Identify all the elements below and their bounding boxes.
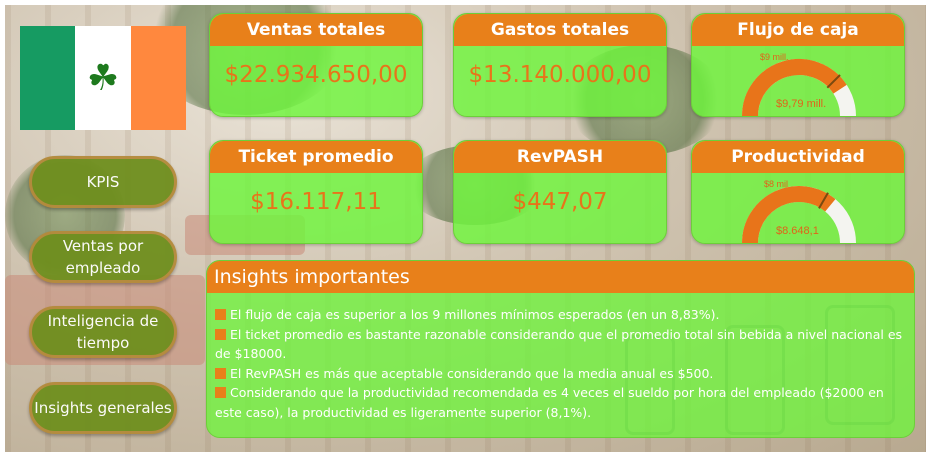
bullet-square-icon [215, 367, 226, 379]
insight-item: El RevPASH es más que aceptable consider… [215, 364, 906, 384]
insight-item: Considerando que la productividad recome… [215, 385, 884, 420]
nav-kpis-button[interactable]: KPIS [29, 156, 177, 208]
kpi-card-ticket-promedio: Ticket promedio $16.117,11 [209, 140, 423, 244]
shamrock-icon: ☘ [86, 57, 120, 99]
kpi-title: Productividad [692, 141, 904, 173]
nav-insights-generales-button[interactable]: Insights generales [29, 382, 177, 434]
kpi-card-revpash: RevPASH $447,07 [453, 140, 667, 244]
kpi-value: $22.934.650,00 [224, 62, 408, 88]
kpi-title: Ticket promedio [210, 141, 422, 173]
nav-inteligencia-de-tiempo-button[interactable]: Inteligencia de tiempo [29, 306, 177, 358]
kpi-value: $16.117,11 [250, 189, 382, 215]
nav-kpis-label: KPIS [86, 173, 120, 191]
bullet-square-icon [215, 309, 226, 320]
gauge-value-label: $8.648,1 [776, 225, 819, 237]
kpi-value: $13.140.000,00 [468, 62, 652, 88]
gauge-value-label: $9,79 mill. [776, 98, 827, 110]
kpi-card-productividad: Productividad $8 mil $8.648,1 [691, 140, 905, 244]
ireland-flag-logo: ☘ [20, 26, 186, 130]
kpi-title: Flujo de caja [692, 14, 904, 46]
gauge-target-label: $9 mill. [760, 52, 789, 62]
bullet-square-icon [215, 387, 226, 398]
productividad-gauge: $8 mil $8.648,1 [692, 173, 904, 243]
kpi-title: Gastos totales [454, 14, 666, 46]
kpi-card-flujo-de-caja: Flujo de caja $9 mill. $9,79 mill. [691, 13, 905, 117]
nav-insights-generales-label: Insights generales [34, 399, 172, 417]
flujo-gauge: $9 mill. $9,79 mill. [692, 46, 904, 116]
kpi-title: Ventas totales [210, 14, 422, 46]
gauge-target-label: $8 mil [764, 179, 789, 189]
nav-inteligencia-de-tiempo-label: Inteligencia de tiempo [47, 312, 159, 352]
insights-title: Insights importantes [207, 261, 914, 293]
kpi-card-gastos-totales: Gastos totales $13.140.000,00 [453, 13, 667, 117]
insights-list: El flujo de caja es superior a los 9 mil… [207, 293, 914, 422]
kpi-title: RevPASH [454, 141, 666, 173]
bullet-square-icon [215, 328, 226, 340]
insight-item: El flujo de caja es superior a los 9 mil… [215, 305, 906, 325]
nav-ventas-por-empleado-label: Ventas por empleado [62, 237, 144, 277]
nav-ventas-por-empleado-button[interactable]: Ventas por empleado [29, 231, 177, 283]
kpi-card-ventas-totales: Ventas totales $22.934.650,00 [209, 13, 423, 117]
insights-panel: Insights importantes El flujo de caja es… [206, 260, 915, 438]
insight-item: El ticket promedio es bastante razonable… [215, 326, 903, 361]
kpi-value: $447,07 [512, 189, 608, 215]
